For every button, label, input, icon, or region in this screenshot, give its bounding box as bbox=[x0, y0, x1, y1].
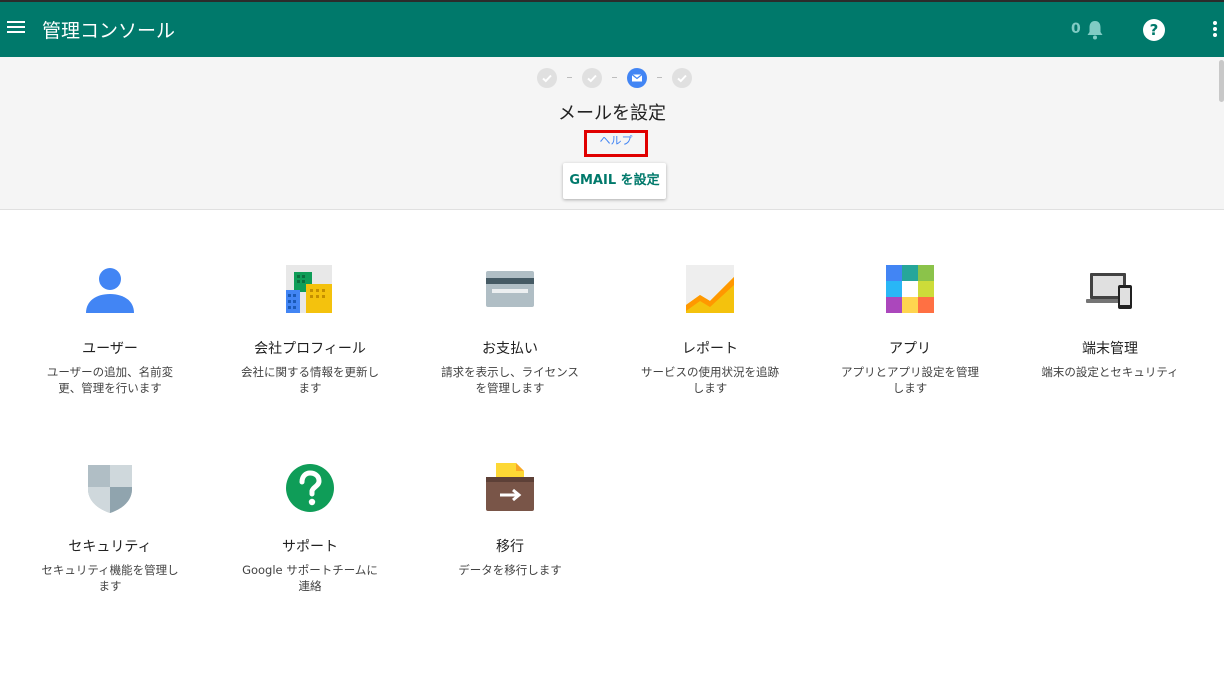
menu-icon[interactable] bbox=[6, 18, 26, 38]
user-icon bbox=[86, 268, 134, 313]
credit-card-icon bbox=[486, 271, 534, 307]
shield-icon bbox=[88, 465, 132, 513]
tile-description: セキュリティ機能を管理します bbox=[41, 563, 179, 593]
setup-gmail-button[interactable]: GMAIL を設定 bbox=[563, 163, 666, 199]
tile-description: 端末の設定とセキュリティ bbox=[1041, 365, 1179, 379]
help-icon[interactable]: ? bbox=[1143, 19, 1165, 41]
step-separator bbox=[657, 77, 662, 78]
support-question-icon bbox=[286, 464, 334, 512]
notification-count: 0 bbox=[1071, 21, 1081, 37]
more-vert-icon[interactable] bbox=[1212, 21, 1218, 41]
step-done-check-icon bbox=[582, 68, 602, 88]
step-separator bbox=[612, 77, 617, 78]
tile-security[interactable]: セキュリティ セキュリティ機能を管理します bbox=[20, 463, 200, 594]
tile-label: 会社プロフィール bbox=[254, 341, 366, 357]
tile-label: アプリ bbox=[889, 341, 931, 357]
app-title: 管理コンソール bbox=[42, 20, 176, 42]
tile-description: 会社に関する情報を更新します bbox=[241, 365, 379, 395]
tile-label: ユーザー bbox=[82, 341, 138, 357]
tile-company-profile[interactable]: 会社プロフィール 会社に関する情報を更新します bbox=[220, 265, 400, 396]
tile-billing[interactable]: お支払い 請求を表示し、ライセンスを管理します bbox=[420, 265, 600, 396]
devices-icon bbox=[1086, 273, 1132, 309]
tile-device-management[interactable]: 端末管理 端末の設定とセキュリティ bbox=[1020, 265, 1200, 380]
tile-label: レポート bbox=[682, 341, 738, 357]
top-app-bar: 管理コンソール 0 ? bbox=[0, 0, 1224, 57]
tile-apps[interactable]: アプリ アプリとアプリ設定を管理します bbox=[820, 265, 1000, 396]
step-done-check-icon bbox=[672, 68, 692, 88]
setup-steps bbox=[0, 68, 1224, 88]
bell-icon[interactable] bbox=[1085, 19, 1105, 41]
tile-description: ユーザーの追加、名前変更、管理を行います bbox=[46, 365, 174, 395]
migration-box-icon bbox=[486, 463, 534, 511]
tile-reports[interactable]: レポート サービスの使用状況を追跡します bbox=[620, 265, 800, 396]
tile-users[interactable]: ユーザー ユーザーの追加、名前変更、管理を行います bbox=[20, 265, 200, 396]
tile-label: 移行 bbox=[496, 539, 524, 555]
apps-grid-icon bbox=[886, 265, 934, 313]
setup-title: メールを設定 bbox=[558, 103, 666, 124]
help-link[interactable]: ヘルプ bbox=[584, 130, 648, 157]
tile-label: セキュリティ bbox=[68, 539, 152, 555]
tile-label: サポート bbox=[282, 539, 338, 555]
tile-migration[interactable]: 移行 データを移行します bbox=[420, 463, 600, 578]
report-chart-icon bbox=[686, 265, 734, 313]
tile-description: データを移行します bbox=[458, 563, 562, 577]
tile-description: アプリとアプリ設定を管理します bbox=[841, 365, 979, 395]
tile-description: Google サポートチームに連絡 bbox=[242, 563, 378, 593]
tile-label: お支払い bbox=[482, 341, 538, 357]
setup-banner: メールを設定 ヘルプ GMAIL を設定 bbox=[0, 57, 1224, 210]
tile-description: サービスの使用状況を追跡します bbox=[641, 365, 779, 395]
tile-support[interactable]: サポート Google サポートチームに連絡 bbox=[220, 463, 400, 594]
tile-description: 請求を表示し、ライセンスを管理します bbox=[441, 365, 579, 395]
step-done-check-icon bbox=[537, 68, 557, 88]
building-icon bbox=[286, 265, 332, 313]
scrollbar-thumb[interactable] bbox=[1219, 60, 1224, 102]
step-current-mail-icon bbox=[627, 68, 647, 88]
step-separator bbox=[567, 77, 572, 78]
tile-label: 端末管理 bbox=[1082, 341, 1138, 357]
